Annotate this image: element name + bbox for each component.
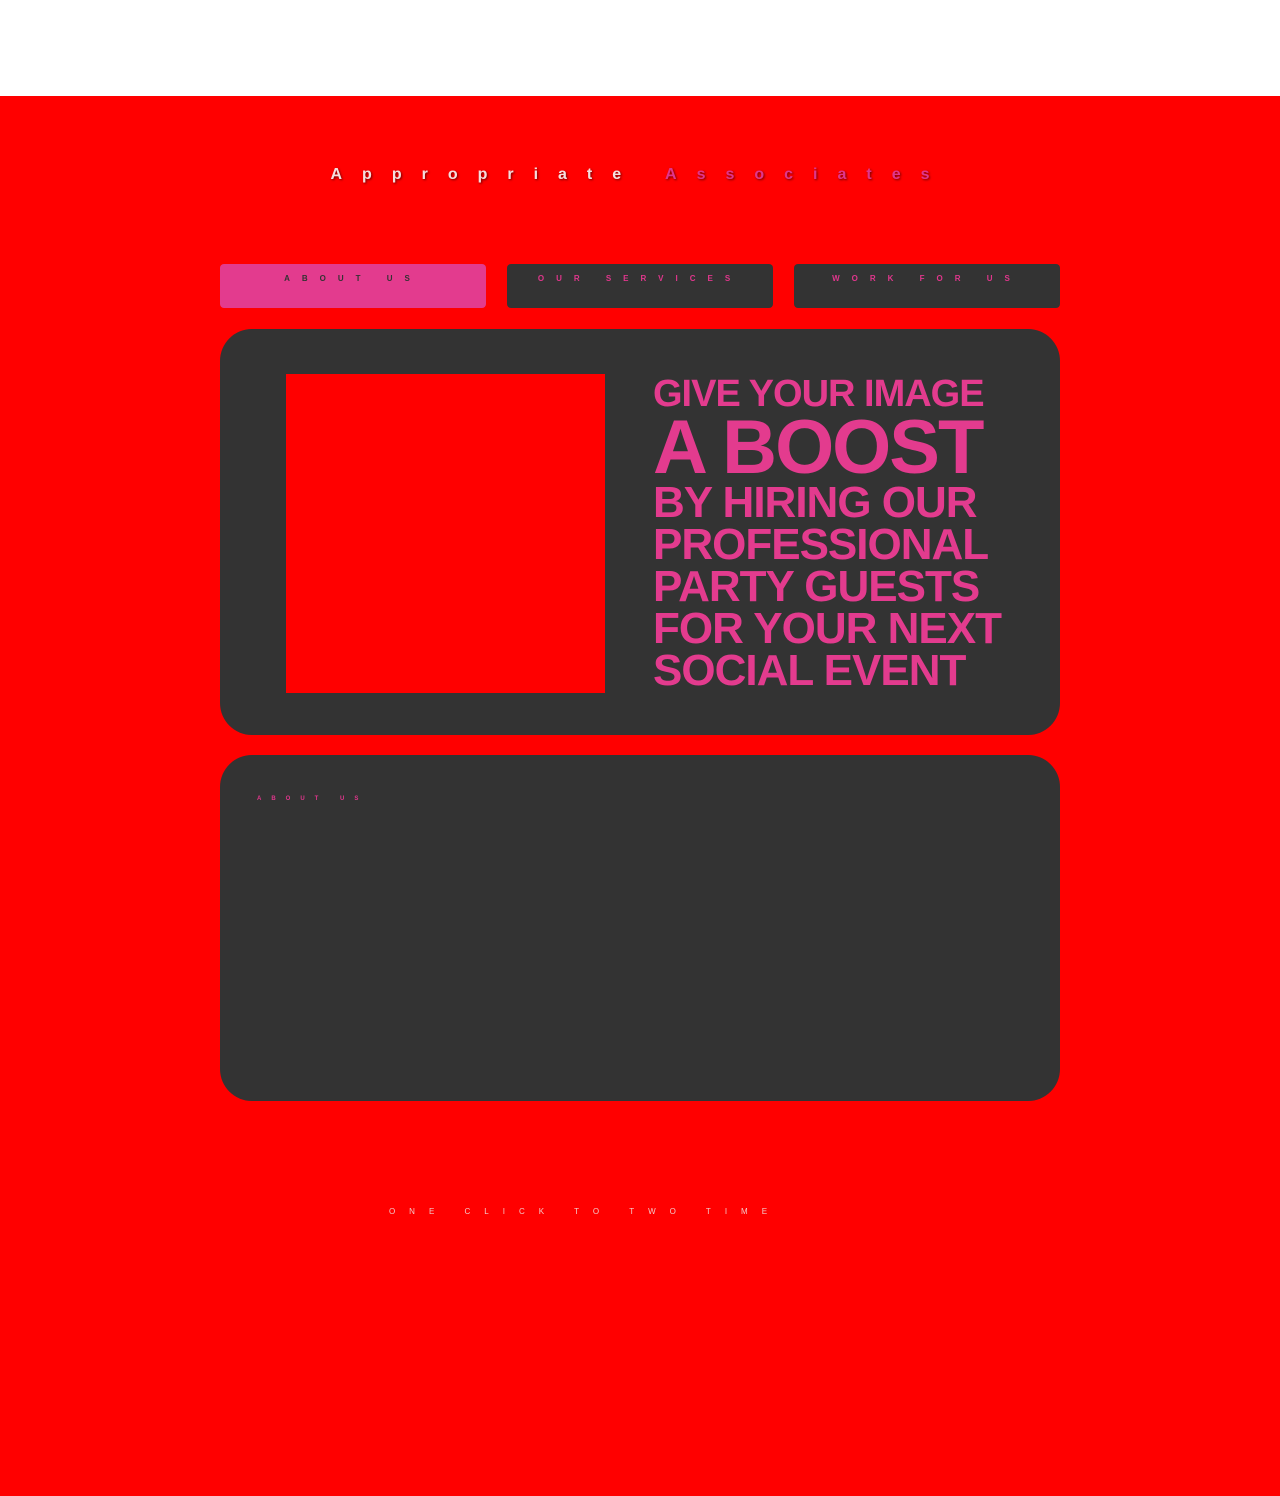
nav-about-us-label: ABOUT US xyxy=(284,274,422,283)
nav-work-for-us-label: WORK FOR US xyxy=(832,274,1022,283)
nav-about-us-button[interactable]: ABOUT US xyxy=(220,264,486,308)
about-heading: ABOUT US xyxy=(257,796,369,802)
top-strip xyxy=(0,0,1280,96)
hero-line-2: A BOOST xyxy=(653,405,984,490)
nav-our-services-label: OUR SERVICES xyxy=(537,274,743,283)
hero-panel: GIVE YOUR IMAGE A BOOST BY HIRING OUR PR… xyxy=(220,329,1060,735)
hero-line-5: PARTY GUESTS xyxy=(653,562,980,611)
site-title: Appropriate Associates xyxy=(0,166,1280,184)
hero-line-3: BY HIRING OUR xyxy=(653,478,978,527)
nav-our-services-button[interactable]: OUR SERVICES xyxy=(507,264,773,308)
site-title-part2: Associates xyxy=(665,166,950,183)
footer-tagline: ONE CLICK TO TWO TIME xyxy=(388,1207,782,1216)
hero-image xyxy=(286,374,605,693)
nav-work-for-us-button[interactable]: WORK FOR US xyxy=(794,264,1060,308)
hero-line-7: SOCIAL EVENT xyxy=(653,646,966,695)
hero-headline: GIVE YOUR IMAGE A BOOST BY HIRING OUR PR… xyxy=(653,374,1033,695)
about-panel: ABOUT US xyxy=(220,755,1060,1101)
site-title-part1: Appropriate xyxy=(330,166,642,183)
hero-line-4: PROFESSIONAL xyxy=(653,520,989,569)
hero-line-6: FOR YOUR NEXT xyxy=(653,604,1002,653)
